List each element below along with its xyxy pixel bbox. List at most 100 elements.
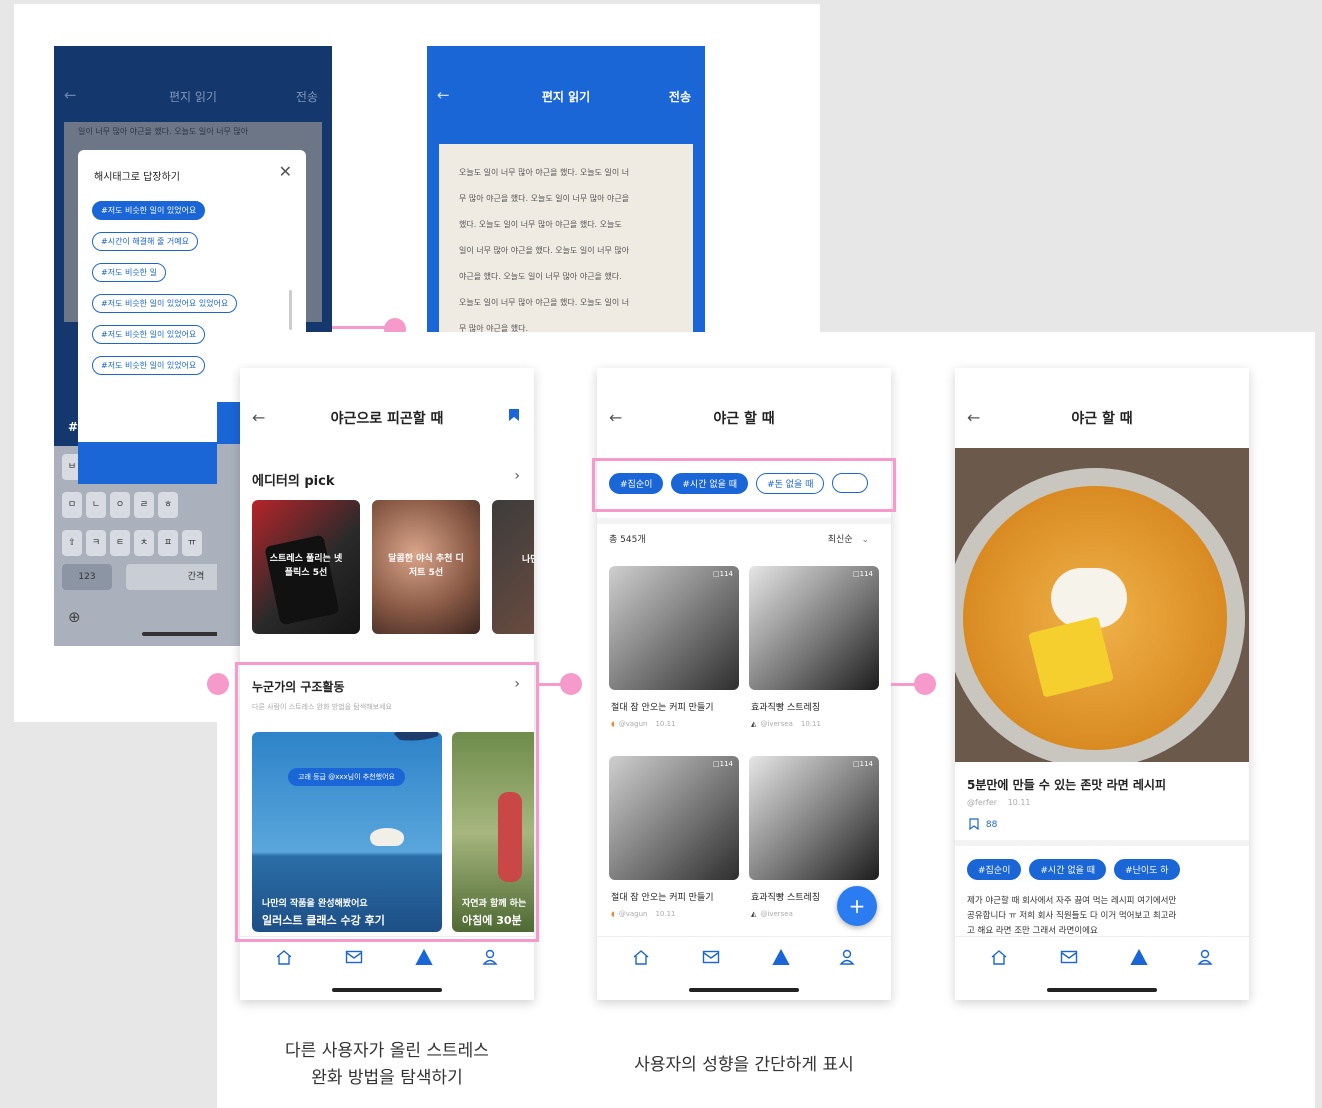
detail-chip[interactable]: #난이도 하 [1114, 859, 1180, 880]
pick-card[interactable]: 나만 [492, 500, 534, 634]
sort-dropdown[interactable]: 최신순 ⌄ [828, 532, 869, 545]
tab-bar [597, 936, 891, 1000]
chip-row: #시간이 해결해 줄 거예요 [92, 229, 292, 251]
camping-icon[interactable] [412, 945, 436, 969]
bookmark-outline-icon [969, 818, 979, 831]
post-date: 10.11 [655, 720, 676, 728]
user-avatar-icon: ◭ [751, 910, 757, 918]
caption-tendency: 사용자의 성향을 간단하게 표시 [634, 1055, 854, 1075]
chip-row: #저도 비슷한 일이 있었어요 있었어요 [92, 291, 292, 313]
home-icon[interactable] [272, 945, 296, 969]
highlight-tag-row [592, 458, 896, 512]
bookmark-button[interactable]: 88 [969, 818, 997, 831]
top-right-phone: ← 편지 읽기 전송 오늘도 일이 너무 많아 야근을 했다. 오늘도 일이 너… [427, 46, 705, 336]
hashtag-chip[interactable]: #시간이 해결해 줄 거예요 [92, 232, 198, 251]
close-icon[interactable]: ✕ [279, 162, 292, 181]
back-icon[interactable]: ← [252, 408, 265, 427]
phone2-title: 야근 할 때 [713, 411, 775, 427]
detail-chip[interactable]: #시간 없을 때 [1029, 859, 1107, 880]
caption-line: 완화 방법을 탐색하기 [311, 1068, 463, 1088]
mail-icon[interactable] [699, 945, 723, 969]
connector-dot [560, 673, 582, 695]
camping-icon[interactable] [769, 945, 793, 969]
phone3-title: 야근 할 때 [1071, 411, 1133, 427]
keyboard-key[interactable]: ㅁ [62, 492, 82, 518]
home-icon[interactable] [987, 945, 1011, 969]
fab-add-button[interactable]: + [837, 886, 877, 926]
keyboard-key[interactable]: ㅋ [86, 530, 106, 556]
keyboard-key[interactable]: ㅍ [158, 530, 178, 556]
user-avatar-icon: ◖ [611, 910, 615, 918]
pick-card[interactable]: 스트레스 풀리는 넷플릭스 5선 [252, 500, 360, 634]
post-card[interactable]: □114 효과직빵 스트레칭 ◭ @iversea 10.11 [749, 566, 879, 746]
profile-icon[interactable] [835, 945, 859, 969]
mail-icon[interactable] [342, 945, 366, 969]
divider [597, 518, 891, 524]
send-button[interactable]: 전송 [669, 88, 691, 105]
sort-label: 최신순 [827, 535, 853, 545]
post-card[interactable]: □114 절대 잠 안오는 커피 만들기 ◖ @vagun 10.11 [609, 566, 739, 746]
post-card[interactable]: □114 절대 잠 안오는 커피 만들기 ◖ @vagun 10.11 [609, 756, 739, 936]
pick-card-label: 달콤한 야식 추천 디저트 5선 [388, 554, 464, 578]
hashtag-chip[interactable]: #저도 비슷한 일 [92, 263, 166, 282]
keyboard-key[interactable]: ㅇ [110, 492, 130, 518]
recipe-author: @ferfer [967, 798, 998, 807]
keyboard-key[interactable]: ㄹ [134, 492, 154, 518]
header-title: 편지 읽기 [169, 90, 217, 104]
post-date: 10.11 [655, 910, 676, 918]
profile-icon[interactable] [1193, 945, 1217, 969]
post-thumbnail: □114 [749, 756, 879, 880]
back-icon[interactable]: ← [609, 408, 622, 427]
hashtag-chip[interactable]: #저도 비슷한 일이 있었어요 [92, 356, 206, 375]
keyboard-key[interactable]: ㄴ [86, 492, 106, 518]
keyboard-key[interactable]: ㅠ [182, 530, 202, 556]
view-count-badge: □114 [713, 760, 733, 768]
post-user: @iversea [760, 720, 793, 728]
post-user: @iversea [760, 910, 793, 918]
chip-row: #저도 비슷한 일이 있었어요 [92, 198, 292, 220]
result-count: 총 545개 [609, 535, 646, 545]
caption-line: 다른 사용자가 올린 스트레스 [285, 1041, 489, 1061]
post-title: 절대 잠 안오는 커피 만들기 [611, 893, 714, 903]
detail-chip[interactable]: #집순이 [967, 859, 1022, 880]
letter-line: 오늘도 일이 너무 많아 야근을 했다. 오늘도 일이 너 [459, 298, 630, 307]
pick-card[interactable]: 달콤한 야식 추천 디저트 5선 [372, 500, 480, 634]
keyboard-key[interactable]: ㅎ [158, 492, 178, 518]
post-date: 10.11 [800, 720, 821, 728]
letter-line: 야근을 했다. 오늘도 일이 너무 많아 야근을 했다. [459, 272, 622, 281]
post-title: 효과직빵 스트레칭 [751, 703, 821, 713]
home-icon[interactable] [629, 945, 653, 969]
post-title: 절대 잠 안오는 커피 만들기 [611, 703, 714, 713]
hashtag-chip[interactable]: #저도 비슷한 일이 있었어요 [92, 201, 206, 220]
globe-icon[interactable]: ⊕ [68, 608, 81, 626]
send-button[interactable]: 전송 [296, 88, 318, 105]
recipe-title: 5분만에 만들 수 있는 존맛 라면 레시피 [967, 778, 1167, 792]
hash-key[interactable]: # [68, 420, 78, 434]
key-123[interactable]: 123 [62, 564, 112, 590]
detail-chip-row: #집순이 #시간 없을 때 #난이도 하 [967, 858, 1188, 880]
letter-line: 일이 너무 많아 야근을 했다. 오늘도 일이 너무 많아 [78, 127, 249, 136]
keyboard-key[interactable]: ㅊ [134, 530, 154, 556]
mail-icon[interactable] [1057, 945, 1081, 969]
keyboard-key[interactable]: ㅌ [110, 530, 130, 556]
letter-line: 무 많아 야근을 했다. 오늘도 일이 너무 많아 야근을 [459, 194, 630, 203]
bookmark-icon[interactable] [508, 408, 520, 426]
keyboard-key[interactable]: ⇧ [62, 530, 82, 556]
plus-icon: + [848, 894, 866, 918]
hashtag-chip[interactable]: #저도 비슷한 일이 있었어요 [92, 325, 206, 344]
post-thumbnail: □114 [609, 566, 739, 690]
profile-icon[interactable] [478, 945, 502, 969]
chevron-right-icon[interactable]: › [514, 468, 520, 484]
hashtag-chip[interactable]: #저도 비슷한 일이 있었어요 있었어요 [92, 294, 238, 313]
modal-title: 해시태그로 답장하기 [94, 172, 180, 183]
post-meta: ◭ @iversea 10.11 [751, 720, 821, 728]
scrollbar[interactable] [289, 290, 292, 330]
home-indicator [332, 988, 442, 992]
camping-icon[interactable] [1127, 945, 1151, 969]
back-icon[interactable]: ← [967, 408, 980, 427]
home-indicator [1047, 988, 1157, 992]
tab-bar [240, 936, 534, 1000]
pick-card-label: 나만 [522, 555, 534, 565]
caption-explore: 다른 사용자가 올린 스트레스 완화 방법을 탐색하기 [240, 1038, 534, 1092]
header-title: 편지 읽기 [541, 90, 591, 104]
